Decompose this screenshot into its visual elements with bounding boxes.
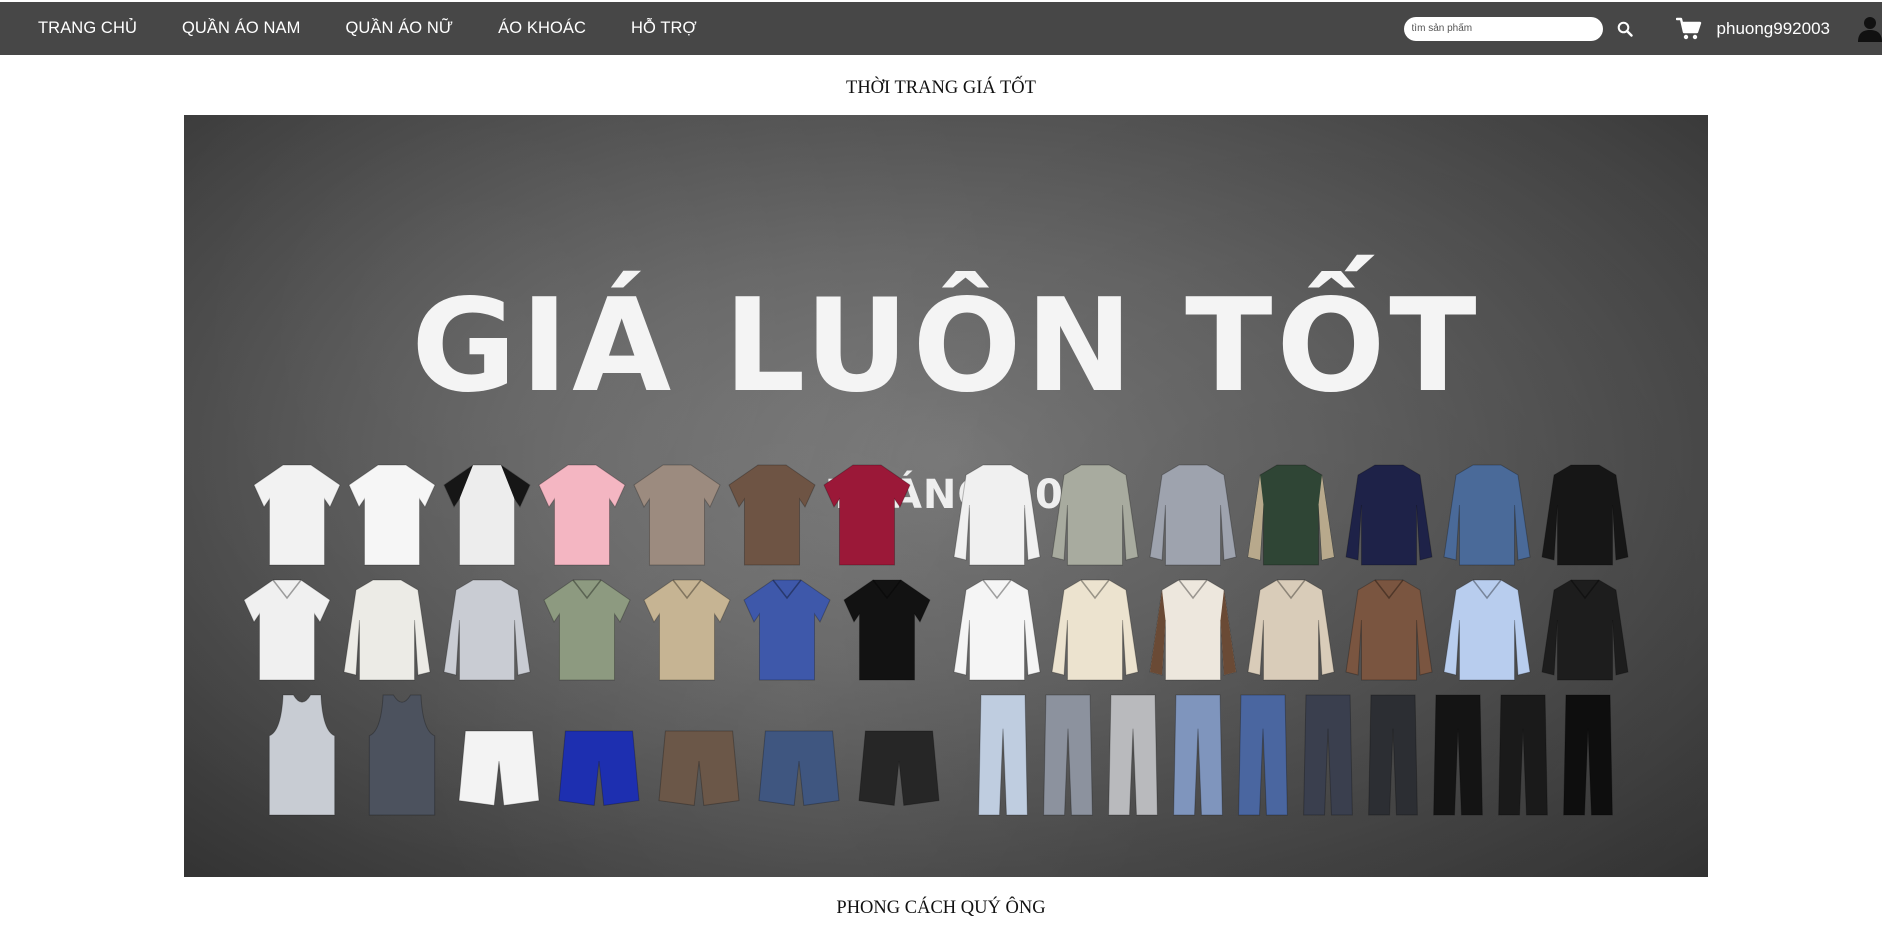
banner-garments (243, 464, 1629, 816)
search-icon (1617, 21, 1633, 37)
garment-hoodie-0-9 (1149, 464, 1237, 566)
search-input[interactable] (1403, 16, 1603, 41)
garment-shorts-2-2 (458, 730, 540, 806)
garment-shirt-1-13 (1541, 579, 1629, 681)
top-navbar: TRANG CHỦ QUẦN ÁO NAM QUẦN ÁO NỮ ÁO KHOÁ… (0, 2, 1882, 55)
garment-pants-2-16 (1563, 694, 1613, 816)
garment-hoodie-0-7 (953, 464, 1041, 566)
garment-polo-1-3 (543, 579, 631, 681)
garment-shirt-1-7 (953, 579, 1041, 681)
garment-pants-2-13 (1368, 694, 1418, 816)
garment-longsleeve-1-2 (443, 579, 531, 681)
nav-links: TRANG CHỦ QUẦN ÁO NAM QUẦN ÁO NỮ ÁO KHOÁ… (0, 2, 742, 55)
garment-shirt-1-10 (1247, 579, 1335, 681)
garment-polo-1-4 (643, 579, 731, 681)
garment-shirt-1-11 (1345, 579, 1433, 681)
nav-link-women[interactable]: QUẦN ÁO NỮ (345, 19, 453, 38)
user-account-button[interactable] (1858, 15, 1882, 43)
username-link[interactable]: phuong992003 (1717, 19, 1830, 39)
garment-pants-2-15 (1498, 694, 1548, 816)
cart-button[interactable] (1675, 15, 1703, 43)
nav-link-support[interactable]: HỖ TRỢ (631, 19, 697, 38)
garment-polo-1-6 (843, 579, 931, 681)
garment-tee-0-0 (253, 464, 341, 566)
promo-banner[interactable]: GIÁ LUÔN TỐT THÁNG 10 (184, 115, 1708, 877)
garment-shirt-1-8 (1051, 579, 1139, 681)
garment-tee-0-5 (728, 464, 816, 566)
garment-polo-1-5 (743, 579, 831, 681)
garment-pants-2-14 (1433, 694, 1483, 816)
garment-tee-0-1 (348, 464, 436, 566)
user-icon (1858, 16, 1882, 42)
garment-pants-2-11 (1238, 694, 1288, 816)
garment-jacket-0-12 (1443, 464, 1531, 566)
section-title-menswear: PHONG CÁCH QUÝ ÔNG (836, 898, 1046, 918)
garment-shorts-2-6 (858, 730, 940, 806)
garment-shorts-2-3 (558, 730, 640, 806)
nav-right-group: phuong992003 (1403, 2, 1882, 55)
garment-hoodie-0-8 (1051, 464, 1139, 566)
nav-link-home[interactable]: TRANG CHỦ (38, 19, 137, 38)
nav-link-men[interactable]: QUẦN ÁO NAM (182, 19, 300, 38)
garment-shorts-2-4 (658, 730, 740, 806)
garment-polo-1-0 (243, 579, 331, 681)
garment-tank-2-0 (268, 694, 336, 816)
garment-pants-2-8 (1043, 694, 1093, 816)
cart-icon (1675, 17, 1701, 39)
garment-tee-0-2 (443, 464, 531, 566)
search-button[interactable] (1613, 17, 1637, 41)
nav-link-jackets[interactable]: ÁO KHOÁC (498, 19, 586, 38)
garment-shirt-1-12 (1443, 579, 1531, 681)
garment-jacket-0-13 (1541, 464, 1629, 566)
garment-hoodie-0-11 (1345, 464, 1433, 566)
garment-shirt-1-9 (1149, 579, 1237, 681)
garment-pants-2-9 (1108, 694, 1158, 816)
garment-tee-0-3 (538, 464, 626, 566)
garment-pants-2-12 (1303, 694, 1353, 816)
garment-jacket-0-10 (1247, 464, 1335, 566)
garment-pants-2-7 (978, 694, 1028, 816)
section-title-deals: THỜI TRANG GIÁ TỐT (846, 78, 1036, 98)
garment-longsleeve-1-1 (343, 579, 431, 681)
garment-shorts-2-5 (758, 730, 840, 806)
garment-pants-2-10 (1173, 694, 1223, 816)
garment-tee-0-4 (633, 464, 721, 566)
garment-tank-2-1 (368, 694, 436, 816)
garment-tee-0-6 (823, 464, 911, 566)
